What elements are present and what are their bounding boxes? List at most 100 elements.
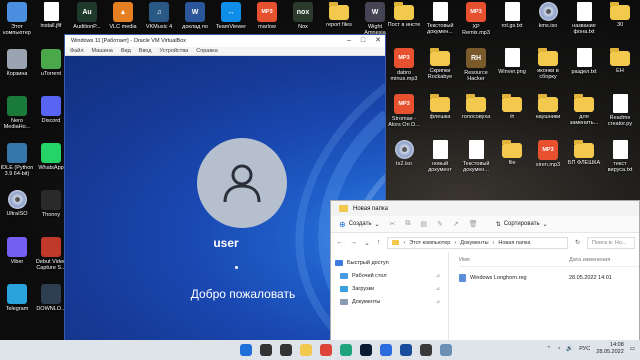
explorer-icon[interactable]: [300, 344, 312, 356]
network-icon[interactable]: ◔: [557, 346, 560, 352]
clock[interactable]: 14:08 28.05.2022: [596, 342, 624, 356]
desktop-icon-раздел-txt[interactable]: раздел.txt: [567, 48, 601, 92]
create-button[interactable]: ⊕ Создать ⌄: [339, 220, 380, 229]
language-indicator[interactable]: РУС: [579, 346, 590, 352]
desktop-icon-thonny[interactable]: Thonny: [34, 190, 68, 234]
refresh-icon[interactable]: ↻: [575, 239, 580, 246]
desktop-icon-idle-python-3-9-64-bit[interactable]: IDLE (Python 3.9 64-bit): [0, 143, 34, 187]
desktop-icon-флешка[interactable]: флешка: [423, 94, 457, 138]
minimize-icon[interactable]: –: [347, 35, 351, 47]
menu-help[interactable]: Справка: [196, 48, 218, 54]
desktop-icon-discord[interactable]: Discord: [34, 96, 68, 140]
desktop-icon-siren-mp3[interactable]: MP3 siren.mp3: [531, 140, 565, 184]
search-input[interactable]: Поиск в: Но...: [587, 236, 635, 249]
desktop-icon-голосовуха[interactable]: голосовуха: [459, 94, 493, 138]
desktop-icon-бп-флешка[interactable]: БП ФЛЕШКА: [567, 140, 601, 184]
desktop-icon-этот-компьютер[interactable]: Этот компьютер: [0, 2, 34, 46]
desktop-icon-для-заменить[interactable]: для заменить...: [567, 94, 601, 138]
sidebar-item[interactable]: Рабочий стол ⊿: [331, 269, 448, 282]
paste-icon[interactable]: ▤: [420, 220, 427, 228]
desktop-icon-label: Viber: [10, 259, 24, 265]
sidebar-item[interactable]: Загрузки ⊿: [331, 282, 448, 295]
explorer-title-bar[interactable]: Новая папка: [331, 201, 639, 216]
desktop-icon-eh[interactable]: EH: [603, 48, 637, 92]
menu-file[interactable]: Файл: [70, 48, 84, 54]
rename-icon[interactable]: ✎: [437, 220, 443, 228]
desktop-icon-текстовый-докумен[interactable]: Текстовый докумен...: [459, 140, 493, 184]
sort-button[interactable]: ⇅ Сортировать ⌄: [496, 221, 548, 228]
notification-icon[interactable]: ▭: [630, 346, 635, 352]
desktop-icon-whatsapp[interactable]: WhatsApp: [34, 143, 68, 187]
close-icon[interactable]: ✕: [375, 35, 381, 47]
breadcrumb-item[interactable]: Этот компьютер: [409, 240, 450, 246]
edge-icon[interactable]: [340, 344, 352, 356]
desktop-icon-utorrent[interactable]: uTorrent: [34, 49, 68, 93]
terminal-icon[interactable]: [420, 344, 432, 356]
column-header-date[interactable]: Дата изменения: [569, 257, 610, 266]
chrome-icon[interactable]: [320, 344, 332, 356]
menu-input[interactable]: Ввод: [139, 48, 152, 54]
recent-chevron-icon[interactable]: ⌄: [364, 239, 370, 247]
desktop-icon-ts2-iso[interactable]: ts2.iso: [387, 140, 421, 184]
copy-icon[interactable]: ⧉: [405, 220, 410, 228]
column-header-name[interactable]: Имя: [459, 257, 569, 266]
notepad-icon[interactable]: [440, 344, 452, 356]
store-icon[interactable]: [380, 344, 392, 356]
desktop-icon-текст-вируса-txt[interactable]: текст вируса.txt: [603, 140, 637, 184]
desktop-icon-новый-документ[interactable]: новый документ: [423, 140, 457, 184]
menu-machine[interactable]: Машина: [92, 48, 113, 54]
breadcrumb-item[interactable]: Документы: [460, 240, 488, 246]
forward-arrow-icon[interactable]: →: [350, 239, 357, 246]
desktop-icon-xp-remix-mp3[interactable]: MP3 XP Remix.mp3: [459, 2, 493, 46]
breadcrumb-item[interactable]: Новая папка: [498, 240, 530, 246]
desktop-icon-winver-png[interactable]: Winver.png: [495, 48, 529, 92]
desktop-icon-viber[interactable]: Viber: [0, 237, 34, 281]
desktop-icon-file[interactable]: file: [495, 140, 529, 184]
desktop-icon-rot-gs-txt[interactable]: rot.gs.txt: [495, 2, 529, 46]
delete-icon[interactable]: 🗑: [469, 220, 478, 228]
share-icon[interactable]: ↗: [453, 220, 459, 228]
volume-icon[interactable]: 🔊: [566, 346, 573, 352]
chevron-up-icon[interactable]: ⌃: [546, 346, 551, 352]
menu-view[interactable]: Вид: [121, 48, 131, 54]
photoshop-icon[interactable]: [360, 344, 372, 356]
desktop-icon-скрипки-rockabye[interactable]: Скрипки Rockabye: [423, 48, 457, 92]
desktop-icon-dabro-minus-mp3[interactable]: MP3 dabro minus.mp3: [387, 48, 421, 92]
desktop-icon-kms-iso[interactable]: kms.iso: [531, 2, 565, 46]
desktop-icon-ultraiso[interactable]: UltraISO: [0, 190, 34, 234]
sidebar-item[interactable]: Документы ⊿: [331, 295, 448, 308]
desktop-icon-label: наушники: [535, 114, 561, 120]
back-arrow-icon[interactable]: ←: [336, 239, 343, 246]
desktop-icon-debut-video-capture-s[interactable]: Debut Video Capture S...: [34, 237, 68, 281]
desktop-icon-telegram[interactable]: Telegram: [0, 284, 34, 328]
vbox-title-bar[interactable]: Windows 11 [Работает] - Oracle VM Virtua…: [65, 35, 385, 47]
app-icon: [7, 284, 27, 304]
desktop-icon-наушники[interactable]: наушники: [531, 94, 565, 138]
search-icon[interactable]: [260, 344, 272, 356]
desktop-icon-корзина[interactable]: Корзина: [0, 49, 34, 93]
desktop-icon-30[interactable]: 30: [603, 2, 637, 46]
task-view-icon[interactable]: [280, 344, 292, 356]
explorer-window[interactable]: Новая папка ⊕ Создать ⌄ ✂ ⧉ ▤ ✎ ↗ 🗑 ⇅ Со…: [330, 200, 640, 345]
desktop-icon-иконки-в-сборку[interactable]: иконки в сборку: [531, 48, 565, 92]
desktop-icon-readme-creator-py[interactable]: Readme creator.py: [603, 94, 637, 138]
desktop-icon-название-фона-txt[interactable]: название фона.txt: [567, 2, 601, 46]
desktop-icon-install-jfif[interactable]: install.jfif: [34, 2, 68, 46]
menu-devices[interactable]: Устройства: [159, 48, 188, 54]
cut-icon[interactable]: ✂: [390, 220, 396, 228]
desktop-icon-nero-mediaho[interactable]: Nero MediaHo...: [0, 96, 34, 140]
desktop-icon-stromae-alors-on-d[interactable]: MP3 Stromae - Alors On D...: [387, 94, 421, 138]
desktop-icon-rh[interactable]: rh: [495, 94, 529, 138]
desktop-icon-downlo[interactable]: DOWNLO...: [34, 284, 68, 328]
user-avatar[interactable]: [197, 138, 287, 228]
sidebar-item[interactable]: Быстрый доступ: [331, 256, 448, 269]
virtualbox-icon[interactable]: [400, 344, 412, 356]
up-arrow-icon[interactable]: ↑: [377, 239, 381, 246]
desktop-icon-текстовый-докумен[interactable]: Текстовый докумен...: [423, 2, 457, 46]
desktop-icon-resource-hacker[interactable]: RH Resource Hacker: [459, 48, 493, 92]
breadcrumb[interactable]: › Этот компьютер › Документы › Новая пап…: [387, 236, 568, 249]
maximize-icon[interactable]: □: [361, 35, 365, 47]
file-row[interactable]: Windows Longhorn.reg 28.05.2022 14:01: [459, 271, 639, 284]
start-icon[interactable]: [240, 344, 252, 356]
desktop-icon-пост-в-инсте[interactable]: Пост в инсте: [387, 2, 421, 46]
